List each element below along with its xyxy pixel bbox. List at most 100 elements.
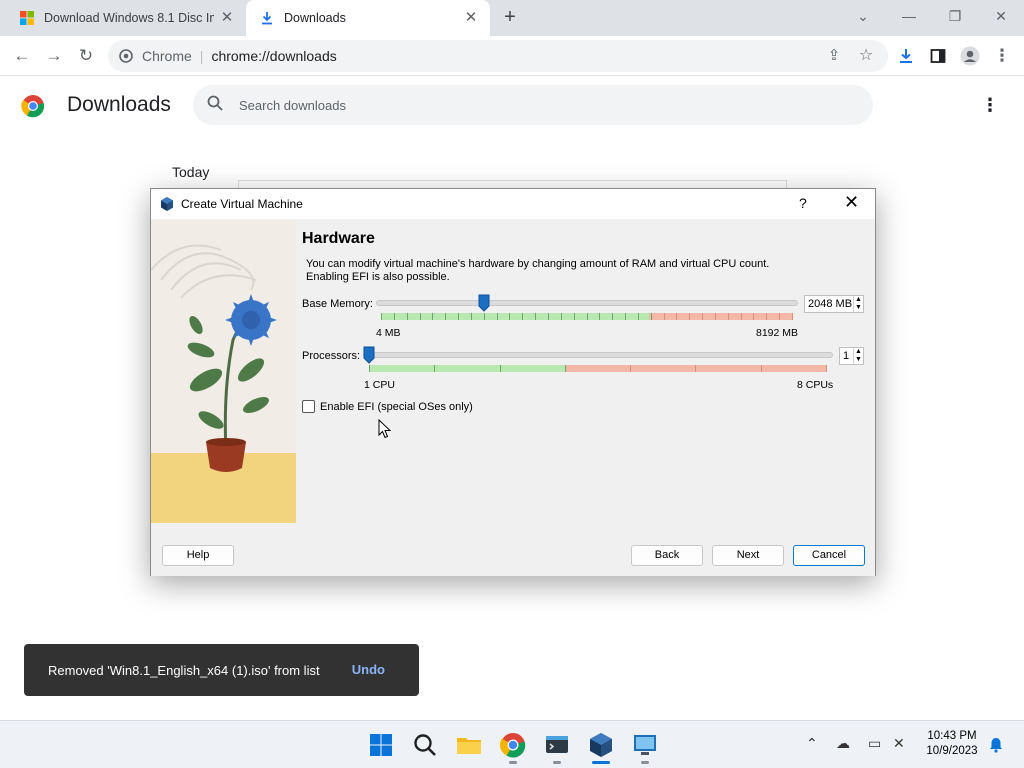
spin-arrows-icon[interactable]: ▲ ▼: [853, 348, 863, 364]
mouse-cursor-icon: [378, 419, 391, 439]
next-button[interactable]: Next: [712, 545, 784, 566]
base-memory-label: Base Memory:: [302, 298, 373, 310]
windows-taskbar: ⌃ ☁ ▭ ✕ 10:43 PM 10/9/2023: [0, 720, 1024, 768]
spin-arrows-icon[interactable]: ▲ ▼: [853, 296, 863, 312]
side-panel-icon[interactable]: [926, 44, 950, 68]
processors-spinbox[interactable]: 1 ▲ ▼: [839, 347, 864, 365]
close-window-button[interactable]: ✕: [981, 4, 1021, 28]
tab-downloads[interactable]: Downloads ✕: [246, 0, 490, 36]
slider-tick: [497, 313, 498, 320]
slider-tick: [630, 365, 631, 372]
search-downloads-input[interactable]: Search downloads: [193, 85, 873, 125]
slider-tick: [565, 365, 566, 372]
address-bar[interactable]: Chrome | chrome://downloads: [108, 40, 888, 72]
slider-tick: [434, 365, 435, 372]
dialog-title: Create Virtual Machine: [181, 197, 303, 211]
reload-button[interactable]: ↻: [74, 44, 98, 68]
virtualbox-taskbar-icon[interactable]: [587, 731, 615, 759]
tab-windows-download[interactable]: Download Windows 8.1 Disc Ima ✕: [8, 0, 246, 36]
checkbox-box[interactable]: [302, 400, 315, 413]
close-dialog-icon[interactable]: ✕: [844, 192, 859, 213]
system-clock[interactable]: 10:43 PM 10/9/2023: [920, 729, 984, 759]
slider-tick: [574, 313, 575, 320]
bookmark-star-icon[interactable]: ☆: [854, 44, 878, 68]
tab-strip: Download Windows 8.1 Disc Ima ✕ Download…: [0, 0, 1024, 36]
slider-tick: [625, 313, 626, 320]
volume-muted-icon[interactable]: ✕: [893, 735, 905, 752]
chrome-menu-icon[interactable]: ⋮: [990, 44, 1014, 68]
slider-tick: [509, 313, 510, 320]
back-button[interactable]: Back: [631, 545, 703, 566]
slider-tick: [753, 313, 754, 320]
slider-tick: [826, 365, 827, 372]
clock-date: 10/9/2023: [926, 745, 978, 757]
close-tab-icon[interactable]: ✕: [462, 9, 480, 27]
new-tab-button[interactable]: +: [499, 6, 521, 28]
display-icon[interactable]: ▭: [868, 735, 881, 752]
toast-message: Removed 'Win8.1_English_x64 (1).iso' fro…: [48, 662, 320, 678]
slider-tick: [664, 313, 665, 320]
processors-slider-thumb[interactable]: [363, 346, 375, 364]
start-button-icon[interactable]: [367, 731, 395, 759]
slider-tick: [792, 313, 793, 320]
chrome-taskbar-icon[interactable]: [499, 731, 527, 759]
close-tab-icon[interactable]: ✕: [218, 9, 236, 27]
slider-tick: [535, 313, 536, 320]
slider-tick: [548, 313, 549, 320]
slider-tick: [651, 313, 652, 320]
restore-button[interactable]: ❐: [935, 4, 975, 28]
onedrive-icon[interactable]: ☁: [836, 735, 850, 752]
terminal-app-icon[interactable]: [543, 731, 571, 759]
date-group-label: Today: [172, 164, 210, 180]
slider-tick: [695, 365, 696, 372]
undo-button[interactable]: Undo: [352, 662, 385, 677]
page-menu-icon[interactable]: ⋮: [980, 95, 1000, 115]
slider-tick: [779, 313, 780, 320]
slider-tick: [381, 313, 382, 320]
search-placeholder: Search downloads: [239, 97, 346, 113]
tab-title: Download Windows 8.1 Disc Ima: [44, 11, 214, 25]
dialog-titlebar: Create Virtual Machine ? ✕: [151, 189, 875, 219]
notification-bell-icon[interactable]: [988, 737, 1004, 753]
enable-efi-checkbox[interactable]: Enable EFI (special OSes only): [302, 400, 473, 413]
processors-label: Processors:: [302, 350, 361, 362]
base-memory-slider-thumb[interactable]: [478, 294, 490, 312]
slider-tick: [394, 313, 395, 320]
removed-toast: Removed 'Win8.1_English_x64 (1).iso' fro…: [24, 644, 419, 696]
base-memory-spinbox[interactable]: 2048 MB ▲ ▼: [804, 295, 864, 313]
show-hidden-icons-icon[interactable]: ⌃: [806, 735, 818, 752]
search-icon[interactable]: [411, 731, 439, 759]
share-icon[interactable]: ⇪: [822, 44, 846, 68]
base-memory-max-label: 8192 MB: [756, 327, 799, 339]
create-vm-dialog: Create Virtual Machine ? ✕ Hardware You …: [150, 188, 876, 576]
help-icon[interactable]: ?: [799, 195, 807, 211]
profile-avatar-icon[interactable]: [958, 44, 982, 68]
file-explorer-icon[interactable]: [455, 731, 483, 759]
back-button[interactable]: ←: [10, 44, 34, 68]
processors-slider-track[interactable]: [363, 352, 833, 358]
chrome-logo-icon: [21, 95, 45, 118]
downloads-toolbar-icon[interactable]: [894, 44, 918, 68]
slider-tick: [445, 313, 446, 320]
slider-tick: [420, 313, 421, 320]
browser-toolbar: ← → ↻ Chrome | chrome://downloads ⇪ ☆ ⋮: [0, 36, 1024, 76]
slider-tick: [702, 313, 703, 320]
processors-value: 1: [843, 350, 850, 362]
slider-tick: [369, 365, 370, 372]
base-memory-value: 2048 MB: [808, 298, 853, 310]
forward-button[interactable]: →: [42, 44, 66, 68]
tab-search-icon[interactable]: ⌄: [843, 4, 883, 28]
cancel-button[interactable]: Cancel: [793, 545, 865, 566]
slider-tick: [766, 313, 767, 320]
running-indicator: [641, 761, 649, 764]
base-memory-slider-track[interactable]: [376, 300, 798, 306]
minimize-button[interactable]: —: [889, 4, 929, 28]
processors-min-label: 1 CPU: [364, 379, 395, 391]
slider-tick: [741, 313, 742, 320]
remote-desktop-icon[interactable]: [631, 731, 659, 759]
base-memory-scale: [381, 313, 793, 320]
slider-tick: [484, 313, 485, 320]
help-button[interactable]: Help: [162, 545, 234, 566]
site-name: Chrome: [142, 48, 192, 64]
slider-tick: [612, 313, 613, 320]
